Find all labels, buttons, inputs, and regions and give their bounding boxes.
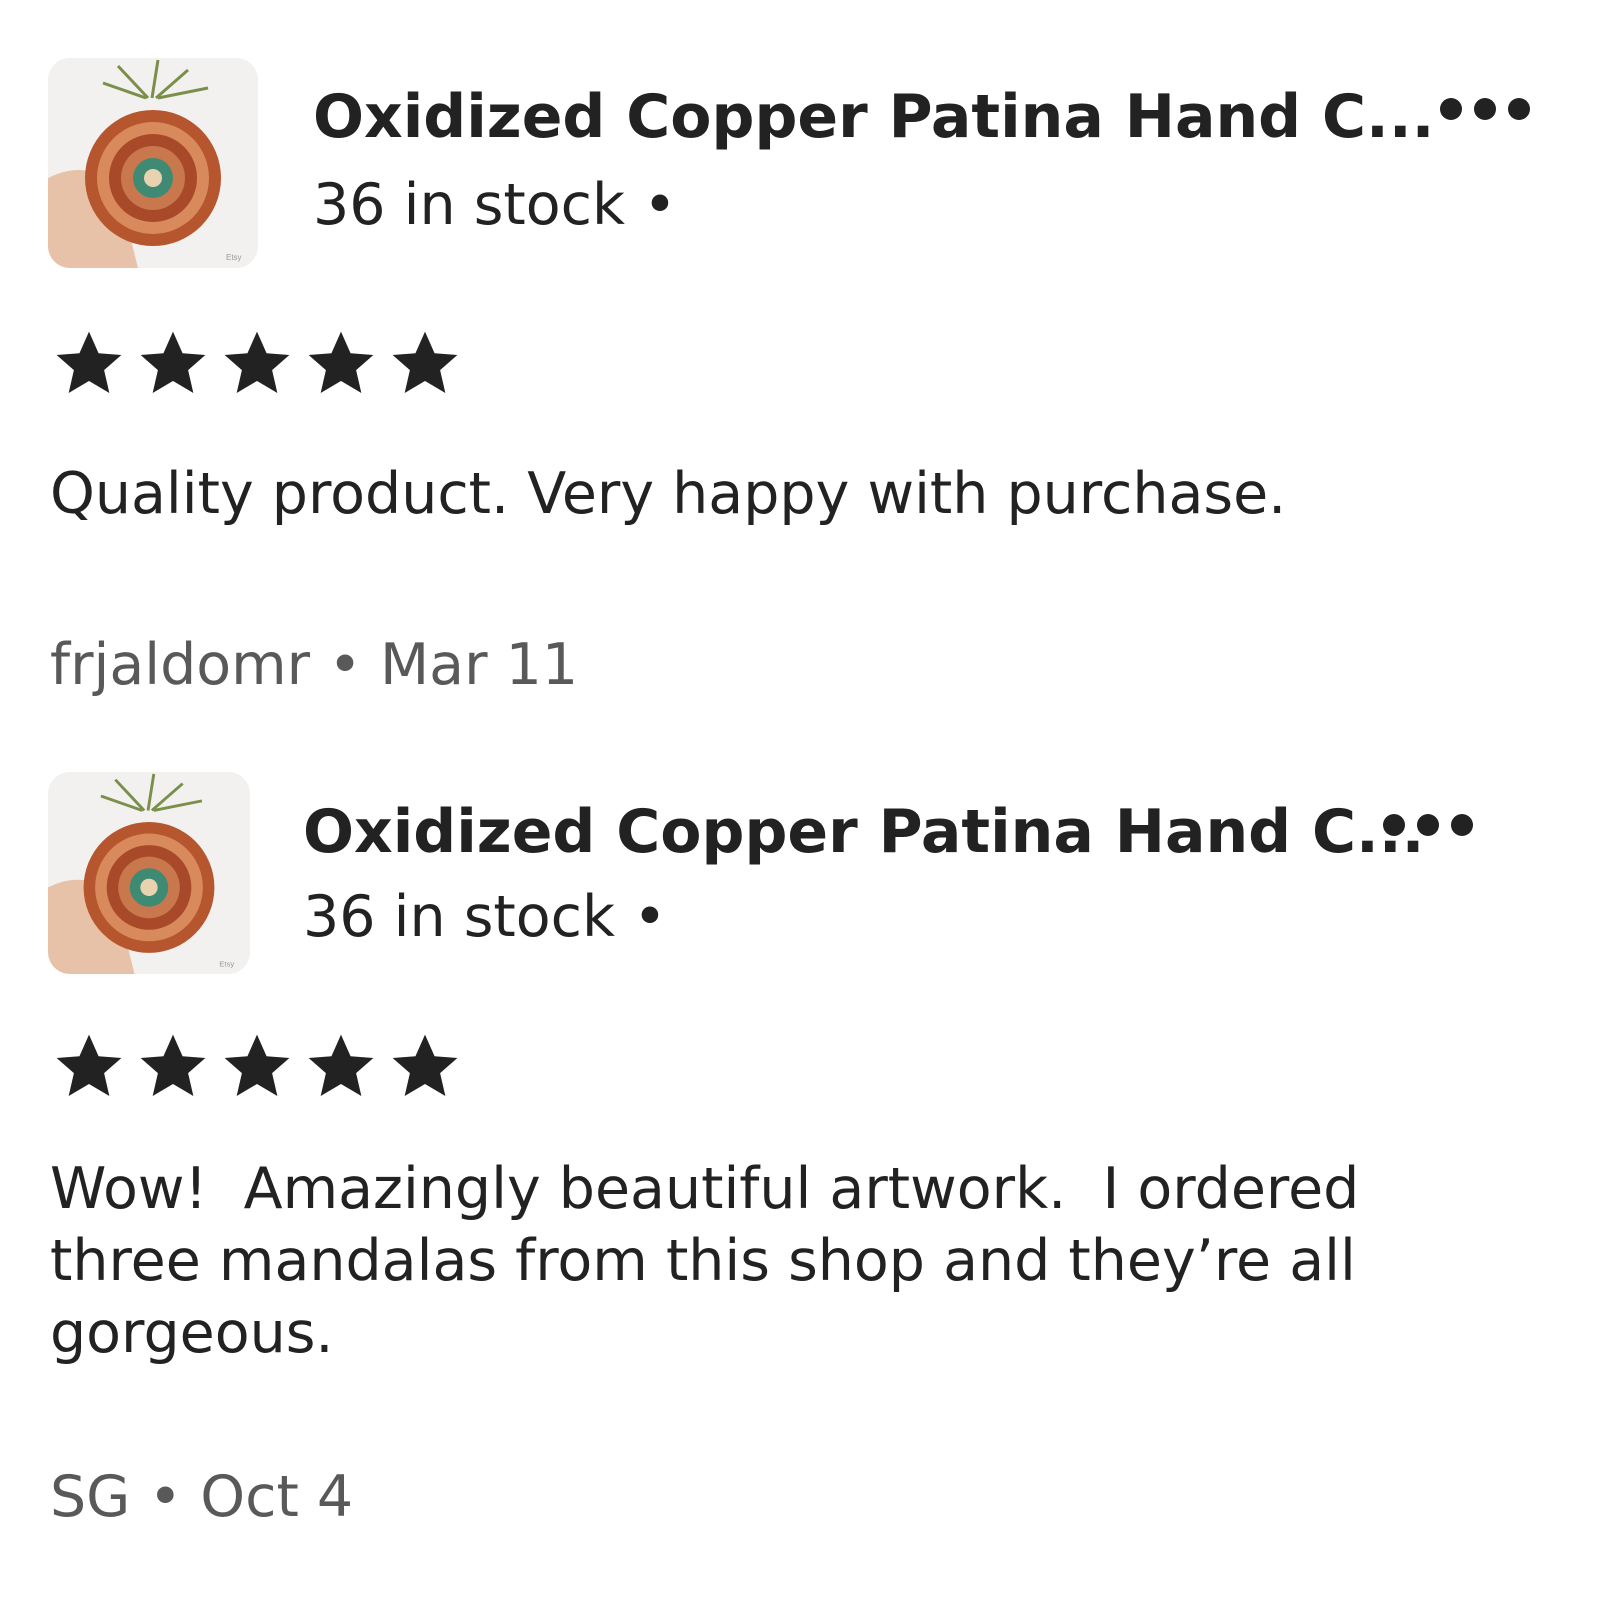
more-options-icon[interactable] [1383,800,1473,850]
review-author[interactable]: SG [50,1464,130,1530]
star-rating [50,327,464,401]
star-icon [392,1034,458,1096]
svg-text:Etsy: Etsy [226,253,242,262]
meta-separator: • [328,632,362,698]
star-icon [224,1034,290,1096]
stock-status: 36 in stock • [313,172,677,238]
product-thumbnail[interactable]: Etsy [48,58,258,268]
star-icon [140,331,206,393]
mandala-product-photo-icon: Etsy [48,58,258,268]
star-rating [50,1030,464,1104]
review-date: Oct 4 [200,1464,354,1530]
mandala-product-photo-icon: Etsy [48,772,250,974]
review-text: Quality product. Very happy with purchas… [50,461,1287,527]
review-author[interactable]: frjaldomr [50,632,310,698]
meta-separator: • [148,1464,183,1530]
review-date: Mar 11 [380,632,579,698]
reviews-page: Etsy Oxidized Copper Patina Hand C... 36… [0,0,1600,1600]
product-thumbnail[interactable]: Etsy [48,772,250,974]
star-icon [392,331,458,393]
star-icon [308,1034,374,1096]
product-title[interactable]: Oxidized Copper Patina Hand C... [303,797,1424,867]
star-icon [140,1034,206,1096]
review-text: Wow! Amazingly beautiful artwork. I orde… [50,1156,1378,1366]
svg-text:Etsy: Etsy [219,959,234,968]
star-icon [56,1034,122,1096]
more-options-icon[interactable] [1440,84,1530,134]
star-icon [224,331,290,393]
review-meta: frjaldomr • Mar 11 [50,632,578,698]
stock-status: 36 in stock • [303,884,667,950]
product-title[interactable]: Oxidized Copper Patina Hand C... [313,82,1434,152]
star-icon [308,331,374,393]
star-icon [56,331,122,393]
review-meta: SG • Oct 4 [50,1464,353,1530]
